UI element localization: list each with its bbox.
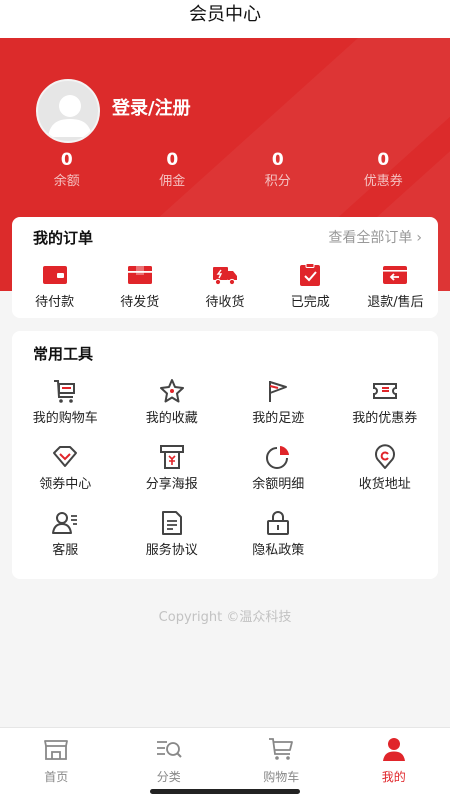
tool-label: 我的足迹	[252, 411, 305, 426]
tool-service-agreement[interactable]: 服务协议	[119, 509, 226, 575]
category-search-icon	[156, 741, 182, 758]
order-status-row: 待付款 待发货 待收货 已完成 退款/售后	[12, 263, 438, 311]
order-completed[interactable]: 已完成	[268, 263, 353, 311]
location-icon	[374, 444, 395, 469]
stat-coupons[interactable]: 0 优惠券	[331, 150, 437, 196]
tool-label: 余额明细	[252, 477, 305, 492]
star-icon	[159, 379, 184, 403]
stat-value: 0	[377, 150, 390, 170]
tab-label: 首页	[44, 770, 69, 784]
order-pending-receipt[interactable]: 待收货	[182, 263, 267, 311]
stat-points[interactable]: 0 积分	[225, 150, 331, 196]
order-pending-payment[interactable]: 待付款	[12, 263, 97, 311]
tool-label: 我的购物车	[32, 411, 98, 426]
tab-home[interactable]: 首页	[0, 728, 113, 800]
chevron-right-icon: ›	[416, 230, 422, 246]
orders-card: 我的订单 查看全部订单 › 待付款 待发货 待收货 已完成 退款/售后	[12, 217, 438, 318]
stat-label: 余额	[53, 174, 80, 189]
tool-my-footprints[interactable]: 我的足迹	[225, 377, 332, 443]
tool-label: 服务协议	[145, 543, 198, 558]
login-register-link[interactable]: 登录/注册	[112, 94, 191, 120]
poster-icon	[159, 445, 184, 469]
tools-title: 常用工具	[33, 345, 94, 363]
user-icon	[382, 738, 405, 761]
stat-value: 0	[166, 150, 179, 170]
refund-icon	[383, 266, 408, 284]
copyright-text: Copyright ©温众科技	[158, 610, 292, 625]
orders-title: 我的订单	[33, 229, 94, 247]
stat-commission[interactable]: 0 佣金	[120, 150, 226, 196]
stat-label: 佣金	[159, 174, 186, 189]
tool-label: 我的优惠券	[352, 411, 418, 426]
customer-service-icon	[52, 512, 78, 534]
stat-balance[interactable]: 0 余额	[14, 150, 120, 196]
tools-grid: 我的购物车 我的收藏 我的足迹 我的优惠券 领券中心 分享海报 余额明细 收货地…	[12, 377, 438, 575]
stat-label: 优惠券	[363, 174, 403, 189]
tab-label: 分类	[156, 770, 181, 784]
document-icon	[161, 511, 182, 535]
pie-chart-icon	[266, 446, 290, 469]
account-stats: 0 余额 0 佣金 0 积分 0 优惠券	[14, 150, 436, 196]
tool-my-coupons[interactable]: 我的优惠券	[332, 377, 439, 443]
order-item-label: 待发货	[120, 295, 160, 310]
order-item-label: 退款/售后	[367, 295, 424, 310]
tool-label: 分享海报	[145, 477, 198, 492]
order-item-label: 已完成	[290, 295, 330, 310]
tab-label: 我的	[381, 770, 406, 784]
order-pending-shipment[interactable]: 待发货	[97, 263, 182, 311]
view-all-orders-label: 查看全部订单	[328, 230, 413, 246]
wallet-icon	[42, 266, 67, 284]
stat-value: 0	[271, 150, 284, 170]
tool-my-cart[interactable]: 我的购物车	[12, 377, 119, 443]
tab-mine[interactable]: 我的	[338, 728, 450, 800]
tool-privacy-policy[interactable]: 隐私政策	[225, 509, 332, 575]
view-all-orders-link[interactable]: 查看全部订单 ›	[328, 227, 422, 247]
truck-icon	[213, 267, 237, 286]
tool-customer-service[interactable]: 客服	[12, 509, 119, 575]
flag-icon	[269, 381, 288, 402]
tool-label: 客服	[52, 543, 79, 558]
tool-shipping-address[interactable]: 收货地址	[332, 443, 439, 509]
tool-label: 领券中心	[39, 477, 92, 492]
tool-label: 我的收藏	[145, 411, 198, 426]
order-item-label: 待付款	[35, 295, 75, 310]
lock-icon	[267, 511, 290, 535]
cart-icon	[54, 380, 76, 403]
tool-label: 隐私政策	[252, 543, 305, 558]
tool-share-poster[interactable]: 分享海报	[119, 443, 226, 509]
package-icon	[127, 266, 152, 284]
avatar[interactable]	[36, 79, 100, 143]
cart-icon	[269, 738, 294, 760]
tool-empty-slot	[332, 509, 439, 575]
home-icon	[44, 740, 69, 760]
tool-label: 收货地址	[358, 477, 411, 492]
stat-label: 积分	[264, 174, 291, 189]
ticket-icon	[372, 383, 397, 399]
order-refund[interactable]: 退款/售后	[353, 263, 438, 311]
tools-card: 常用工具 我的购物车 我的收藏 我的足迹 我的优惠券 领券中心 分享海报 余额明…	[12, 331, 438, 579]
tool-my-favorites[interactable]: 我的收藏	[119, 377, 226, 443]
tool-balance-details[interactable]: 余额明细	[225, 443, 332, 509]
page-title: 会员中心	[0, 0, 450, 38]
tab-label: 购物车	[263, 770, 300, 784]
stat-value: 0	[60, 150, 73, 170]
order-item-label: 待收货	[205, 295, 245, 310]
home-indicator	[150, 789, 300, 794]
diamond-icon	[53, 446, 78, 467]
tool-coupon-center[interactable]: 领券中心	[12, 443, 119, 509]
clipboard-check-icon	[300, 263, 321, 286]
